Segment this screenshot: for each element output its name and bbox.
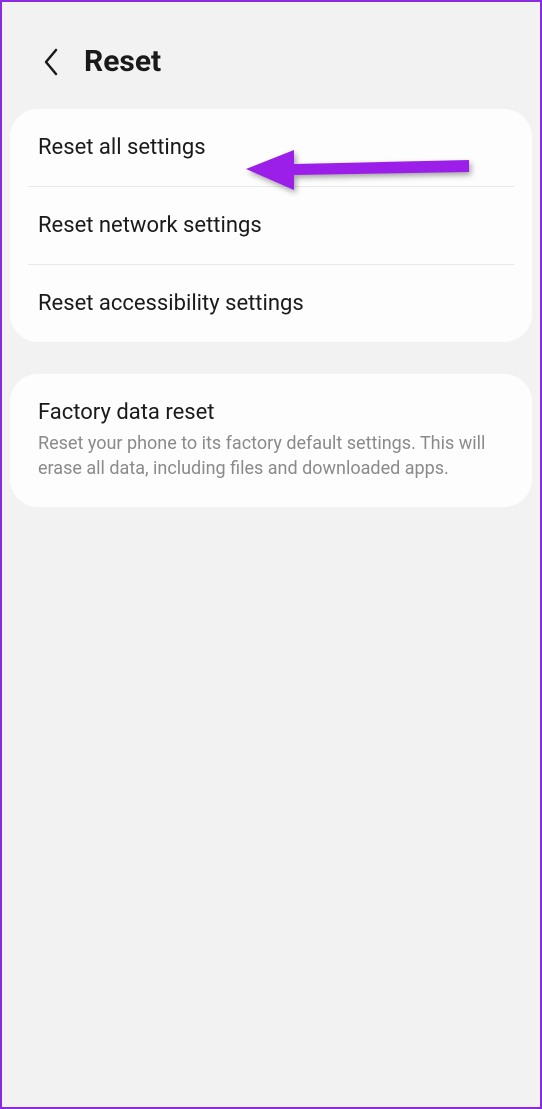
list-item-description: Reset your phone to its factory default … — [38, 431, 504, 481]
page-title: Reset — [84, 44, 161, 79]
list-item-label: Reset network settings — [38, 213, 504, 238]
reset-all-settings-item[interactable]: Reset all settings — [10, 109, 532, 186]
list-item-label: Reset accessibility settings — [38, 291, 504, 316]
back-button[interactable] — [38, 49, 64, 75]
reset-options-group: Reset all settings Reset network setting… — [10, 109, 532, 342]
factory-reset-group: Factory data reset Reset your phone to i… — [10, 374, 532, 507]
list-item-label: Factory data reset — [38, 400, 504, 425]
header: Reset — [2, 2, 540, 109]
reset-network-settings-item[interactable]: Reset network settings — [10, 187, 532, 264]
factory-data-reset-item[interactable]: Factory data reset Reset your phone to i… — [10, 374, 532, 507]
chevron-left-icon — [42, 47, 60, 77]
reset-accessibility-settings-item[interactable]: Reset accessibility settings — [10, 265, 532, 342]
list-item-label: Reset all settings — [38, 135, 504, 160]
